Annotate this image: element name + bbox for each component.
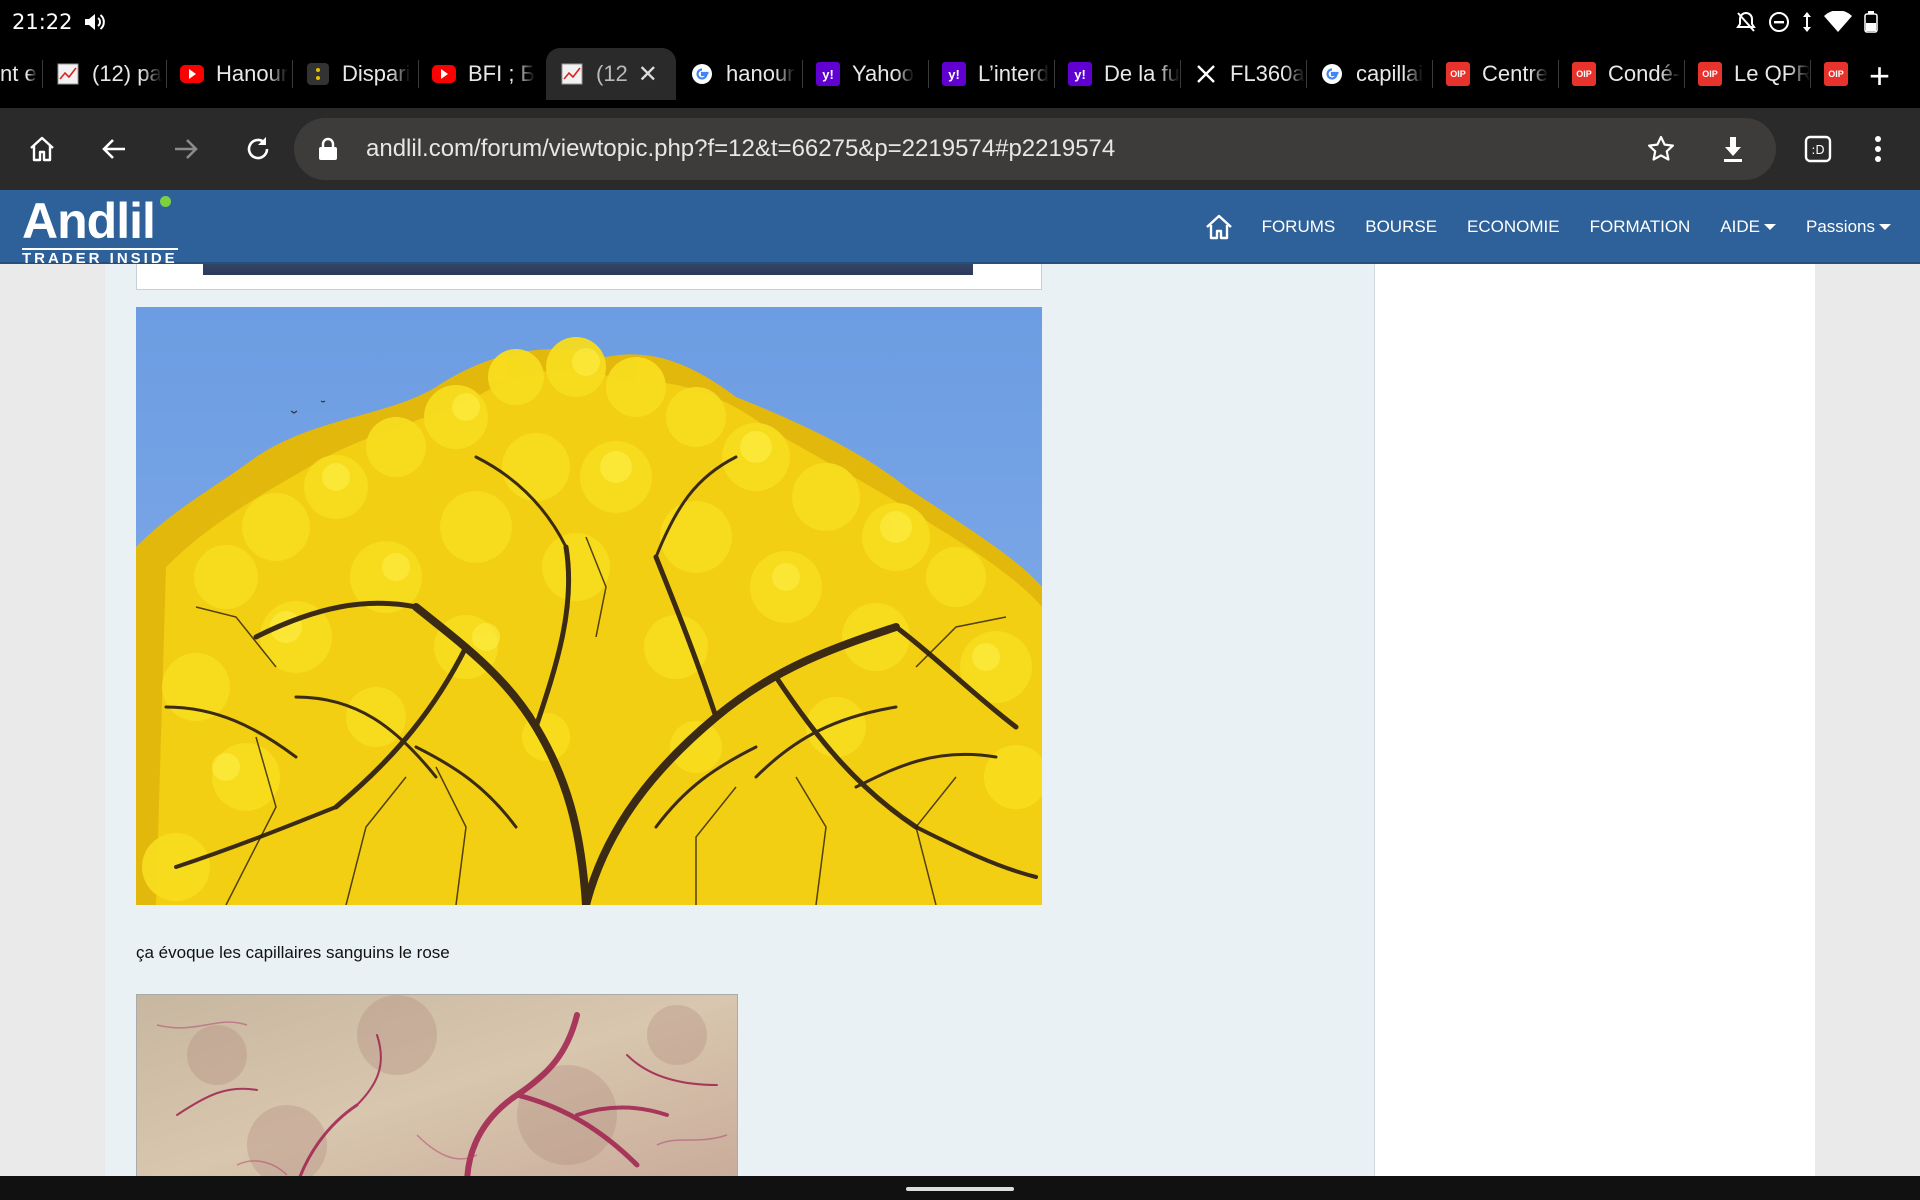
oip-icon: OIP: [1824, 62, 1848, 86]
tab-title: Dispari: [342, 61, 411, 86]
nav-passions[interactable]: Passions: [1791, 217, 1906, 237]
tab-title: Hanour: [216, 61, 289, 86]
tab[interactable]: Dispari: [292, 48, 418, 100]
nav-bourse[interactable]: BOURSE: [1350, 217, 1452, 237]
home-nav-icon[interactable]: [1191, 214, 1247, 240]
logo-dot: [160, 196, 171, 207]
youtube-icon: [180, 62, 204, 86]
chart-icon: [560, 62, 584, 86]
lock-icon[interactable]: [318, 137, 338, 166]
web-page: Andlil TRADER INSIDE FORUMS BOURSE ECONO…: [0, 190, 1920, 1176]
tab-switcher-icon[interactable]: :D: [1798, 129, 1838, 169]
yahoo-icon: y!: [942, 62, 966, 86]
tab[interactable]: BFI ; Б: [418, 48, 544, 100]
wifi-icon: [1824, 10, 1852, 38]
tab[interactable]: nt e: [0, 48, 42, 100]
oip-icon: OIP: [1698, 62, 1722, 86]
notifications-off-icon: [1736, 11, 1756, 38]
yahoo-icon: y!: [1068, 62, 1092, 86]
tab[interactable]: capillai: [1306, 48, 1432, 100]
nav-economie[interactable]: ECONOMIE: [1452, 217, 1575, 237]
tab-title: Le QPR: [1734, 61, 1810, 86]
logo-tagline: TRADER INSIDE: [22, 248, 178, 267]
nav-aide[interactable]: AIDE: [1705, 217, 1791, 237]
site-navbar: Andlil TRADER INSIDE FORUMS BOURSE ECONO…: [0, 190, 1920, 267]
tab[interactable]: FL360a: [1180, 48, 1306, 100]
chevron-down-icon: [1764, 224, 1777, 230]
right-sidebar: [1376, 264, 1815, 1176]
bookmark-star-icon[interactable]: [1646, 134, 1676, 169]
address-bar[interactable]: andlil.com/forum/viewtopic.php?f=12&t=66…: [294, 118, 1776, 180]
nav-forums[interactable]: FORUMS: [1247, 217, 1351, 237]
tab[interactable]: hanour: [676, 48, 802, 100]
home-icon[interactable]: [22, 129, 62, 169]
data-arrows-icon: [1802, 11, 1812, 38]
tree-illustration: [136, 307, 1042, 905]
url-text[interactable]: andlil.com/forum/viewtopic.php?f=12&t=66…: [366, 135, 1115, 163]
tab[interactable]: OIP Centre: [1432, 48, 1558, 100]
tab-title: (12) pa: [92, 61, 162, 86]
do-not-disturb-icon: [1768, 11, 1790, 38]
yahoo-icon: y!: [816, 62, 840, 86]
post-body: ça évoque les capillaires sanguins le ro…: [105, 254, 1375, 1176]
yellow-tree-photo[interactable]: [136, 307, 1042, 905]
chart-icon: [56, 62, 80, 86]
youtube-icon: [432, 62, 456, 86]
gesture-navigation-bar: [0, 1176, 1920, 1200]
close-tab-icon[interactable]: ✕: [638, 60, 658, 89]
more-menu-icon[interactable]: [1858, 129, 1898, 169]
tab-title: capillai: [1356, 61, 1424, 86]
tab[interactable]: y! Yahoo: [802, 48, 928, 100]
download-icon[interactable]: [1718, 134, 1748, 169]
x-icon: [1194, 62, 1218, 86]
chevron-down-icon: [1879, 224, 1891, 230]
new-tab-button[interactable]: +: [1869, 58, 1890, 94]
nav-formation[interactable]: FORMATION: [1575, 217, 1706, 237]
site-logo[interactable]: Andlil TRADER INSIDE: [22, 194, 178, 267]
forward-icon[interactable]: [166, 129, 206, 169]
tab[interactable]: OIP Le QPR: [1684, 48, 1810, 100]
clock: 21:22: [12, 10, 73, 34]
tab-title: De la fu: [1104, 61, 1180, 86]
tab[interactable]: (12) pa: [42, 48, 166, 100]
tab-title: BFI ; Б: [468, 61, 535, 86]
browser-toolbar: andlil.com/forum/viewtopic.php?f=12&t=66…: [0, 108, 1920, 190]
tab[interactable]: y! De la fu: [1054, 48, 1180, 100]
battery-icon: [1864, 11, 1878, 38]
oip-icon: OIP: [1446, 62, 1470, 86]
nav-aide-label: AIDE: [1720, 217, 1761, 236]
tab-title: FL360a: [1230, 61, 1305, 86]
tab-active[interactable]: (12 ✕: [546, 48, 676, 100]
tab[interactable]: Hanour: [166, 48, 292, 100]
status-bar: 21:22: [0, 0, 1920, 44]
tab-title: Centre: [1482, 61, 1549, 86]
volume-icon: [84, 12, 106, 37]
tab[interactable]: OIP Condé-: [1558, 48, 1684, 100]
tab-title: (12: [596, 61, 628, 86]
main-menu: FORUMS BOURSE ECONOMIE FORMATION AIDE Pa…: [1191, 190, 1906, 264]
svg-text::D: :D: [1811, 143, 1824, 157]
tab-title: nt e: [0, 61, 37, 86]
content-wrapper: ça évoque les capillaires sanguins le ro…: [105, 254, 1815, 1176]
tab-title: L’interd: [978, 61, 1049, 86]
google-icon: [1320, 62, 1344, 86]
oip-icon: OIP: [1572, 62, 1596, 86]
capillaries-photo[interactable]: [136, 994, 738, 1176]
tab-strip: nt e (12) pa Hanour Dispari BFI ; Б (12 …: [0, 44, 1920, 108]
tab-title: Yahoo: [852, 61, 914, 86]
google-icon: [690, 62, 714, 86]
app-icon: [306, 62, 330, 86]
nav-passions-label: Passions: [1806, 217, 1875, 236]
tab-title: hanour: [726, 61, 795, 86]
tab[interactable]: OIP: [1810, 48, 1850, 100]
capillaries-illustration: [137, 995, 737, 1176]
logo-wordmark: Andlil: [22, 193, 156, 249]
post-caption: ça évoque les capillaires sanguins le ro…: [136, 943, 450, 962]
back-icon[interactable]: [94, 129, 134, 169]
home-gesture-handle[interactable]: [906, 1187, 1014, 1191]
tab[interactable]: y! L’interd: [928, 48, 1054, 100]
reload-icon[interactable]: [238, 129, 278, 169]
tab-title: Condé-: [1608, 61, 1681, 86]
